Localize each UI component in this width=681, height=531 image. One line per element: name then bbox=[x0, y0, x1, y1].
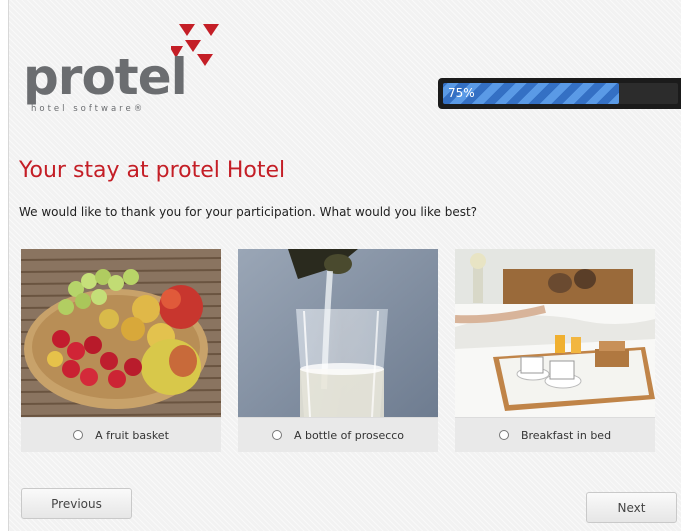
option-label: A fruit basket bbox=[95, 428, 169, 442]
radio-button[interactable] bbox=[271, 430, 282, 440]
breakfast-in-bed-photo bbox=[455, 249, 655, 417]
previous-button[interactable]: Previous bbox=[21, 488, 132, 519]
fruit-basket-photo bbox=[21, 249, 221, 417]
option-fruit-basket[interactable]: A fruit basket bbox=[21, 249, 221, 452]
progress-bar: 75% bbox=[438, 78, 681, 109]
progress-track: 75% bbox=[443, 83, 678, 104]
prosecco-pour-photo bbox=[238, 249, 438, 417]
logo-wordmark: protel bbox=[23, 48, 188, 106]
option-prosecco-choice[interactable]: A bottle of prosecco bbox=[238, 417, 438, 452]
progress-label: 75% bbox=[448, 86, 475, 100]
page-title: Your stay at protel Hotel bbox=[19, 158, 286, 183]
next-button[interactable]: Next bbox=[586, 492, 677, 523]
survey-page: protel hotel software® 75% Your stay at … bbox=[8, 0, 681, 531]
question-text: We would like to thank you for your part… bbox=[19, 205, 478, 219]
option-breakfast[interactable]: Breakfast in bed bbox=[455, 249, 655, 452]
radio-button[interactable] bbox=[73, 430, 84, 440]
option-fruit-basket-choice[interactable]: A fruit basket bbox=[21, 417, 221, 452]
option-label: Breakfast in bed bbox=[520, 428, 612, 442]
option-label: A bottle of prosecco bbox=[293, 428, 405, 442]
logo-tagline: hotel software® bbox=[31, 104, 146, 114]
option-prosecco[interactable]: A bottle of prosecco bbox=[238, 249, 438, 452]
option-breakfast-choice[interactable]: Breakfast in bed bbox=[455, 417, 655, 452]
protel-logo: protel hotel software® bbox=[23, 22, 233, 122]
radio-button[interactable] bbox=[498, 430, 509, 440]
